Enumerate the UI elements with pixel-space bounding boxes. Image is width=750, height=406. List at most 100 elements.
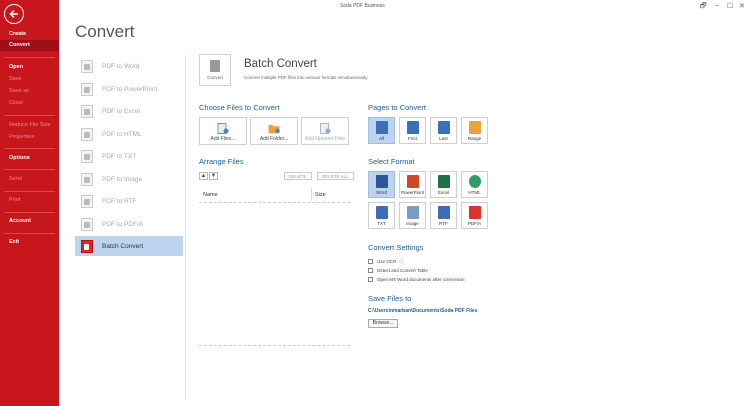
column-header-size[interactable]: Size: [315, 192, 326, 198]
format-option-label: Image: [406, 221, 419, 226]
conversion-item-batch-convert[interactable]: Batch Convert: [75, 236, 183, 256]
sidebar-item-save-as[interactable]: Save as: [0, 86, 59, 97]
conversion-item-label: PDF to RTF: [102, 197, 137, 205]
conversion-item-label: PDF to Word: [102, 62, 140, 70]
save-files-title: Save Files to: [368, 294, 412, 303]
conversion-item-pdf-to-excel[interactable]: PDF to Excel: [75, 101, 183, 121]
html-icon: [468, 175, 481, 188]
restore-icon[interactable]: 🗗: [700, 2, 707, 13]
delete-button[interactable]: DELETE: [284, 172, 312, 180]
pdf-to-word-icon: [81, 59, 93, 73]
sidebar-item-properties[interactable]: Properties: [0, 132, 59, 143]
add-opened-files-icon: [320, 123, 331, 134]
browse-button[interactable]: Browse...: [368, 319, 398, 328]
page-option-last[interactable]: Last: [430, 117, 457, 144]
format-option-label: PowerPoint: [400, 190, 424, 195]
open-word-option[interactable]: Open MS Word documents after conversion: [368, 277, 464, 282]
sidebar-item-reduce-file-size[interactable]: Reduce File Size: [0, 120, 59, 131]
batch-convert-title: Batch Convert: [244, 58, 317, 70]
conversion-item-label: PDF to PDF/A: [102, 220, 144, 228]
sidebar-item-open[interactable]: Open: [0, 62, 59, 73]
conversion-item-pdf-to-rtf[interactable]: PDF to RTF: [75, 191, 183, 211]
sidebar-item-account[interactable]: Account: [0, 216, 59, 227]
sidebar-divider: [4, 212, 55, 213]
convert-settings-title: Convert Settings: [368, 243, 424, 252]
all-pages-icon: [375, 121, 388, 134]
format-option-html[interactable]: HTML: [461, 171, 488, 198]
format-option-powerpoint[interactable]: PowerPoint: [399, 171, 426, 198]
conversion-item-pdf-to-image[interactable]: PDF to Image: [75, 169, 183, 189]
sidebar-item-save[interactable]: Save: [0, 74, 59, 85]
detect-table-option[interactable]: Detect and Convert Table: [368, 268, 428, 273]
pdf-to-txt-icon: [81, 149, 93, 163]
first-page-icon: [406, 121, 419, 134]
format-option-label: PDF/A: [467, 221, 482, 226]
use-ocr-label: Use OCR: [377, 259, 397, 264]
use-ocr-option[interactable]: Use OCR ⓘ: [368, 258, 404, 265]
add-opened-files-button[interactable]: Add Opened Files: [301, 117, 349, 145]
close-icon[interactable]: ✕: [739, 2, 745, 10]
excel-icon: [437, 175, 450, 188]
sidebar-item-print[interactable]: Print: [0, 195, 59, 206]
back-arrow-icon[interactable]: [4, 4, 24, 24]
sidebar-item-close[interactable]: Close: [0, 98, 59, 109]
page-option-label: Last: [439, 136, 448, 141]
image-icon: [406, 206, 419, 219]
sidebar-item-create[interactable]: Create: [0, 29, 59, 40]
format-option-excel[interactable]: Excel: [430, 171, 457, 198]
delete-all-button[interactable]: DELETE ALL: [317, 172, 354, 180]
sidebar-item-convert[interactable]: Convert: [0, 40, 59, 51]
conversion-item-label: PDF to HTML: [102, 130, 142, 138]
detect-table-checkbox[interactable]: [368, 268, 373, 273]
file-list-header-line: [199, 202, 350, 203]
sidebar-divider: [4, 169, 55, 170]
column-separator: [311, 188, 312, 201]
page-option-first[interactable]: First: [399, 117, 426, 144]
format-option-label: RTF: [439, 221, 448, 226]
sidebar-item-send[interactable]: Send: [0, 174, 59, 185]
page-option-all[interactable]: All: [368, 117, 395, 144]
open-word-checkbox[interactable]: [368, 277, 373, 282]
rtf-icon: [437, 206, 450, 219]
format-option-label: TXT: [377, 221, 386, 226]
save-path: C:\Users\nmarban\Documents\Soda PDF File…: [368, 308, 478, 314]
conversion-item-pdf-to-html[interactable]: PDF to HTML: [75, 124, 183, 144]
format-option-label: Word: [376, 190, 387, 195]
info-icon[interactable]: ⓘ: [399, 258, 404, 265]
minimize-icon[interactable]: –: [715, 2, 719, 9]
page-option-range[interactable]: Range: [461, 117, 488, 144]
last-page-icon: [437, 121, 450, 134]
batch-convert-icon: [81, 239, 93, 253]
arrange-files-title: Arrange Files: [199, 157, 244, 166]
sidebar-item-exit[interactable]: Exit: [0, 237, 59, 248]
pdf-to-image-icon: [81, 172, 93, 186]
move-up-button[interactable]: ▲: [199, 172, 208, 180]
powerpoint-icon: [406, 175, 419, 188]
sidebar-divider: [4, 148, 55, 149]
column-header-name[interactable]: Name: [203, 192, 218, 198]
convert-icon-label: Convert: [207, 75, 223, 80]
convert-header-icon-box: Convert: [199, 54, 231, 86]
file-list-bottom-line: [199, 345, 350, 346]
sidebar: Create Convert Open Save Save as Close R…: [0, 0, 59, 406]
add-files-button[interactable]: Add Files...: [199, 117, 247, 145]
conversion-item-pdf-to-powerpoint[interactable]: PDF to PowerPoint: [75, 79, 183, 99]
format-option-rtf[interactable]: RTF: [430, 202, 457, 229]
format-option-pdfa[interactable]: PDF/A: [461, 202, 488, 229]
format-option-image[interactable]: Image: [399, 202, 426, 229]
sidebar-divider: [4, 233, 55, 234]
move-down-button[interactable]: ▼: [209, 172, 218, 180]
sidebar-item-options[interactable]: Options: [0, 153, 59, 164]
pdf-to-html-icon: [81, 127, 93, 141]
conversion-item-pdf-to-word[interactable]: PDF to Word: [75, 56, 183, 76]
add-folder-button[interactable]: Add Folder...: [250, 117, 298, 145]
pdf-to-pdfa-icon: [81, 217, 93, 231]
use-ocr-checkbox[interactable]: [368, 259, 373, 264]
sidebar-divider: [4, 57, 55, 58]
page-title: Convert: [75, 22, 135, 41]
conversion-item-pdf-to-txt[interactable]: PDF to TXT: [75, 146, 183, 166]
conversion-item-pdf-to-pdfa[interactable]: PDF to PDF/A: [75, 214, 183, 234]
format-option-word[interactable]: Word: [368, 171, 395, 198]
maximize-icon[interactable]: ☐: [727, 2, 733, 10]
format-option-txt[interactable]: TXT: [368, 202, 395, 229]
